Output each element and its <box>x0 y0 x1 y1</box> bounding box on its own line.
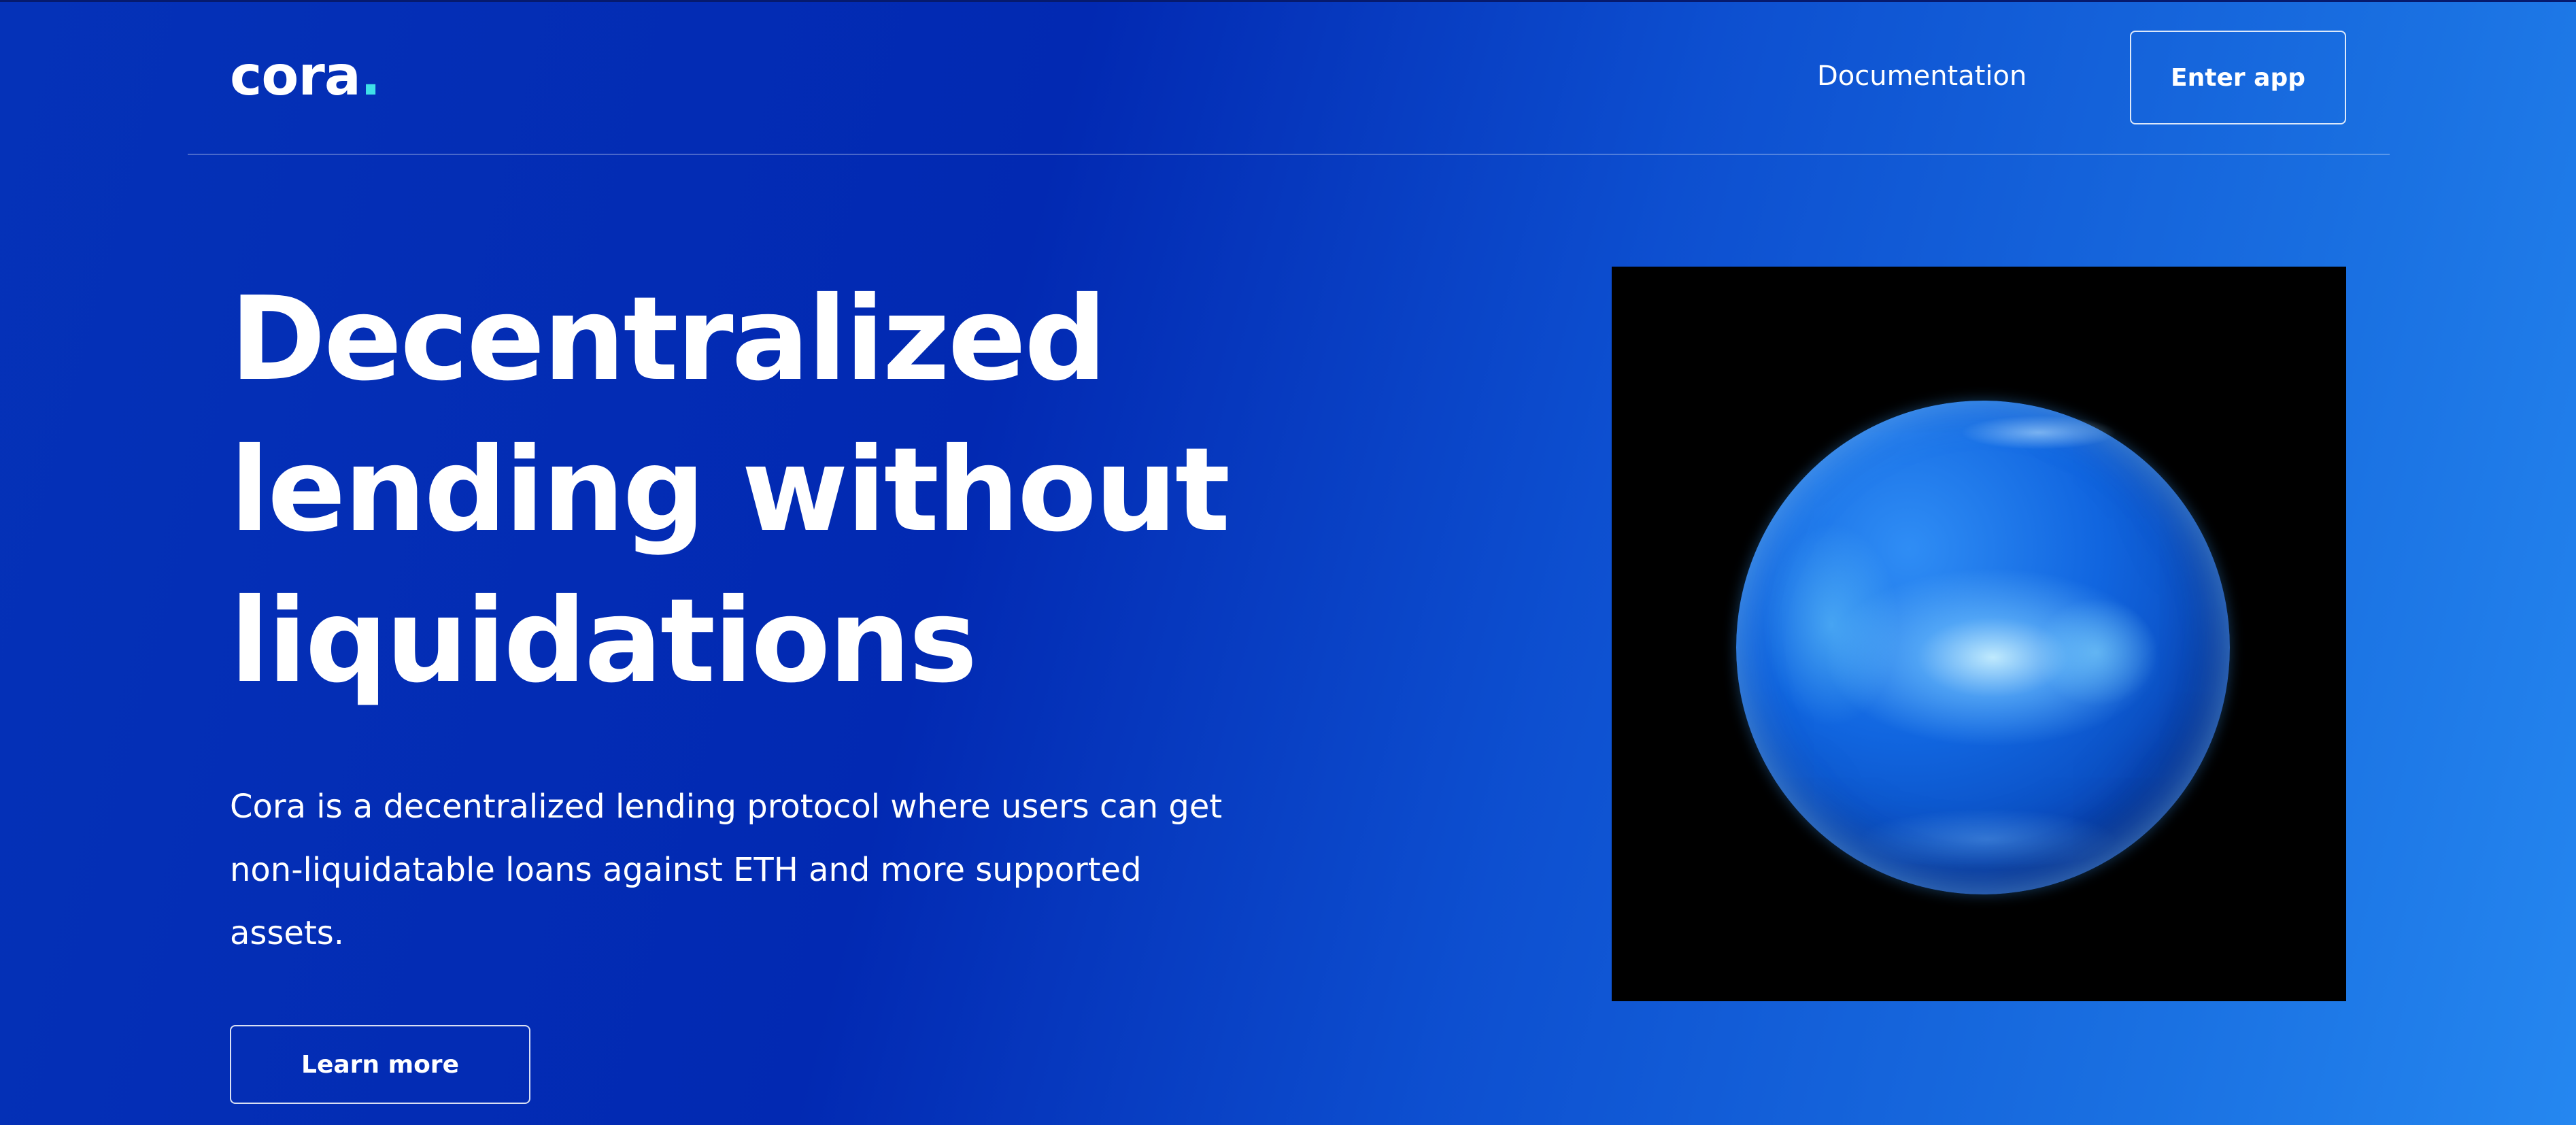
description-line-1: Cora is a decentralized lending protocol… <box>230 788 1223 826</box>
glass-sphere-icon <box>1736 401 2230 894</box>
learn-more-button[interactable]: Learn more <box>230 1025 530 1104</box>
enter-app-button[interactable]: Enter app <box>2130 31 2346 124</box>
sphere-bottom-glow <box>1859 809 2117 870</box>
description-line-3: assets. <box>230 914 345 952</box>
logo-text: cora <box>230 44 361 107</box>
headline-line-2: lending without <box>230 423 1230 558</box>
sphere-wisp-right <box>2035 598 2158 707</box>
top-edge <box>0 0 2576 2</box>
cora-logo[interactable]: cora. <box>230 42 381 110</box>
sphere-highlight <box>1961 416 2117 450</box>
header-divider <box>188 154 2390 155</box>
hero-headline: Decentralized lending without liquidatio… <box>230 264 1522 717</box>
documentation-link[interactable]: Documentation <box>1817 56 2027 97</box>
hero-description: Cora is a decentralized lending protocol… <box>230 775 1318 965</box>
headline-line-3: liquidations <box>230 574 977 709</box>
hero-image <box>1612 267 2346 1001</box>
sphere-wisp-left <box>1763 523 1899 727</box>
description-line-2: non-liquidatable loans against ETH and m… <box>230 851 1142 889</box>
headline-line-1: Decentralized <box>230 272 1107 407</box>
logo-dot: . <box>360 44 381 107</box>
